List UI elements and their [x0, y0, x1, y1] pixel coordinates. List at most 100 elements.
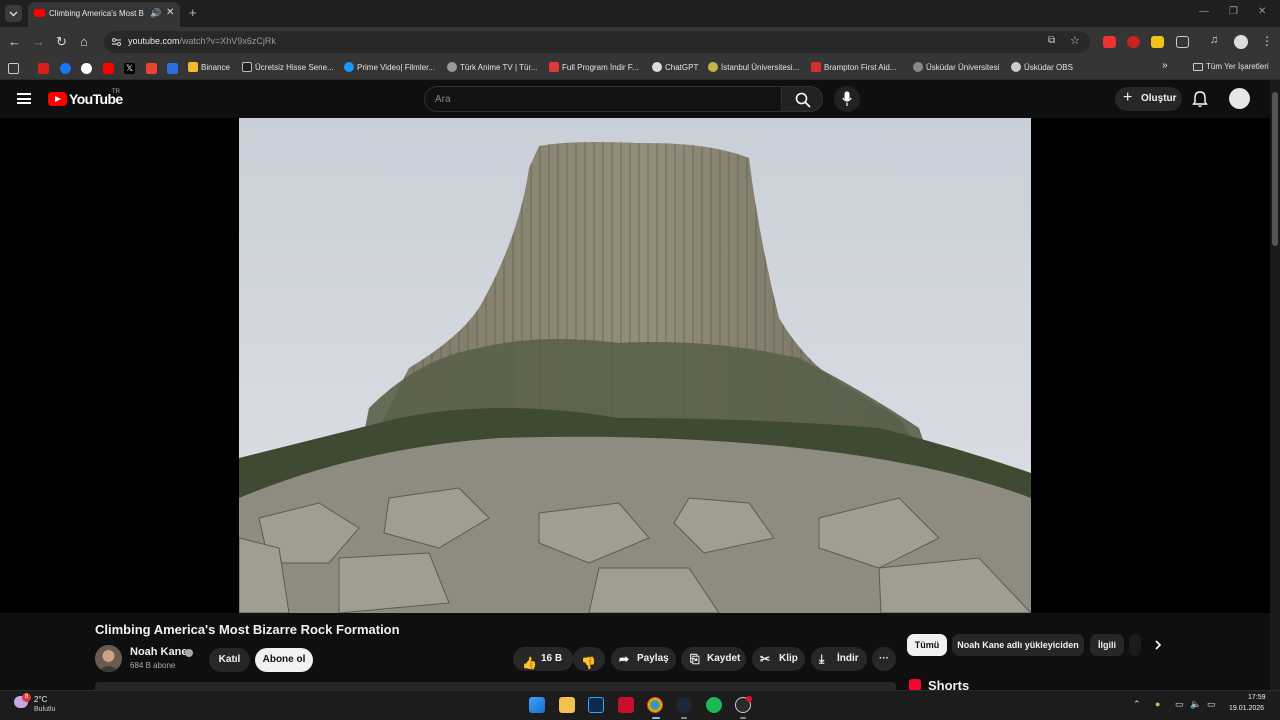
more-actions-button[interactable]: ···: [872, 647, 896, 671]
subscribe-button[interactable]: Abone ol: [255, 648, 313, 672]
spotify-icon[interactable]: [706, 697, 722, 713]
facebook-icon[interactable]: [60, 63, 71, 74]
all-bookmarks-button[interactable]: Tüm Yer İşaretleri: [1193, 62, 1269, 71]
scrollbar-thumb[interactable]: [1272, 92, 1278, 246]
reload-icon[interactable]: ↻: [56, 34, 67, 50]
bookmark-istanbul-uni[interactable]: İstanbul Üniversitesi...: [708, 62, 799, 72]
bookmark-turk-anime[interactable]: Türk Anime TV | Tür...: [447, 62, 537, 72]
apps-grid-icon[interactable]: [8, 63, 19, 74]
x-icon[interactable]: 𝕏: [124, 63, 135, 74]
description-box[interactable]: [95, 682, 896, 690]
bookmark-binance[interactable]: Binance: [188, 62, 230, 72]
notifications-bell-icon[interactable]: [1192, 90, 1208, 108]
bookmark-uskudar-obs[interactable]: Üsküdar OBS: [1011, 62, 1073, 72]
window-close-icon[interactable]: ✕: [1258, 6, 1266, 17]
tab-title: Climbing America's Most B: [49, 9, 144, 18]
download-label: İndir: [837, 653, 859, 664]
channel-avatar[interactable]: [95, 645, 122, 672]
verified-check-icon: [185, 649, 193, 657]
bookmark-full-program[interactable]: Full Program İndir F...: [549, 62, 638, 72]
obs-icon: [1011, 62, 1021, 72]
minimize-icon[interactable]: —: [1199, 6, 1209, 17]
install-app-icon[interactable]: ⧉: [1048, 35, 1055, 46]
extension-w-icon[interactable]: [1151, 36, 1164, 48]
weather-condition[interactable]: Bulutlu: [34, 706, 55, 713]
bookmarks-overflow-button[interactable]: »: [1162, 60, 1168, 71]
search-button[interactable]: [781, 86, 823, 112]
media-control-icon[interactable]: ♫: [1210, 34, 1218, 46]
save-button[interactable]: ⎘ Kaydet: [681, 647, 746, 671]
bookmark-brampton[interactable]: Brampton First Aid...: [811, 62, 896, 72]
tab-search-button[interactable]: [5, 5, 22, 22]
channel-name[interactable]: Noah Kane: [130, 646, 187, 658]
bookmark-prime-video[interactable]: Prime Video| Filmler...: [344, 62, 435, 72]
youtube-logo-icon[interactable]: [48, 92, 67, 106]
microphone-tray-icon[interactable]: ●: [1155, 699, 1160, 709]
home-icon[interactable]: ⌂: [80, 34, 88, 49]
steam-running-indicator: [681, 717, 687, 719]
clock-date[interactable]: 19.01.2026: [1229, 705, 1264, 712]
address-bar[interactable]: youtube.com/watch?v=XhV9x6zCjRk ⧉ ☆: [104, 31, 1090, 53]
extension-tp-icon[interactable]: [1127, 36, 1140, 48]
bookmark-hisse[interactable]: Ücretsiz Hisse Sene...: [242, 62, 334, 72]
like-button[interactable]: 👍 16 B: [513, 647, 573, 671]
anime-icon: [447, 62, 457, 72]
bookmark-yt-icon: [242, 62, 252, 72]
windows-start-icon[interactable]: [529, 697, 545, 713]
google-icon[interactable]: [81, 63, 92, 74]
forward-icon[interactable]: →: [32, 34, 45, 49]
adblock-extension-icon[interactable]: [1103, 36, 1116, 48]
plus-icon: +: [1123, 89, 1133, 106]
tab-close-button[interactable]: ✕: [166, 7, 174, 18]
battery-icon[interactable]: ▭: [1207, 699, 1216, 710]
clip-button[interactable]: ✂ Klip: [752, 647, 805, 671]
kebab-menu-icon[interactable]: ⋮: [1261, 34, 1273, 48]
chevron-right-icon[interactable]: [1152, 639, 1164, 651]
join-button[interactable]: Katıl: [209, 648, 250, 672]
chip-next-partial[interactable]: [1129, 634, 1141, 656]
bookmark-icon-1[interactable]: [38, 63, 49, 74]
extensions-puzzle-icon[interactable]: [1176, 36, 1189, 48]
new-tab-button[interactable]: +: [189, 5, 197, 20]
photoshop-icon[interactable]: [588, 697, 604, 713]
first-aid-icon: [811, 62, 821, 72]
volume-icon[interactable]: 🔈: [1190, 699, 1201, 710]
star-icon[interactable]: ☆: [1070, 34, 1080, 47]
voice-search-button[interactable]: [834, 86, 860, 112]
temperature[interactable]: 2°C: [34, 695, 47, 704]
video-player[interactable]: [0, 118, 1270, 613]
scissors-icon: ✂: [760, 652, 771, 666]
chip-from-uploader[interactable]: Noah Kane adlı yükleyiciden: [952, 634, 1084, 656]
youtube-bookmark-icon[interactable]: [103, 63, 114, 74]
download-button[interactable]: ⤓ İndir: [811, 647, 867, 671]
tray-overflow-icon[interactable]: ⌃: [1133, 699, 1141, 710]
chrome-icon[interactable]: [647, 697, 663, 713]
browser-tab-active[interactable]: Climbing America's Most B 🔊 ✕: [28, 2, 180, 27]
bookmark-uskudar-uni[interactable]: Üsküdar Üniversitesi: [913, 62, 999, 72]
network-icon[interactable]: ▭: [1175, 699, 1184, 710]
bookmark-chatgpt[interactable]: ChatGPT: [652, 62, 698, 72]
steam-icon[interactable]: [676, 697, 692, 713]
restore-icon[interactable]: ❐: [1229, 6, 1238, 17]
profile-icon[interactable]: [1234, 35, 1248, 49]
acrobat-icon[interactable]: [618, 697, 634, 713]
chip-all[interactable]: Tümü: [907, 634, 947, 656]
country-code: TR: [112, 89, 120, 95]
dislike-button[interactable]: 👎: [573, 647, 605, 671]
video-frame[interactable]: [239, 118, 1031, 613]
bookmark-icon-2[interactable]: [167, 63, 178, 74]
gmail-icon[interactable]: [146, 63, 157, 74]
clock-time[interactable]: 17:59: [1248, 694, 1266, 701]
file-explorer-icon[interactable]: [559, 697, 575, 713]
chip-related[interactable]: İlgili: [1090, 634, 1124, 656]
page-scrollbar[interactable]: [1270, 80, 1280, 690]
menu-icon[interactable]: [17, 93, 31, 104]
back-icon[interactable]: ←: [8, 34, 21, 49]
site-info-icon[interactable]: [111, 37, 122, 47]
create-button[interactable]: + Oluştur: [1115, 87, 1182, 111]
share-button[interactable]: ➦ Paylaş: [611, 647, 676, 671]
speaker-icon[interactable]: 🔊: [150, 8, 161, 19]
search-input[interactable]: Ara: [424, 86, 782, 112]
account-avatar[interactable]: [1229, 88, 1250, 109]
chrome-active-indicator: [652, 717, 660, 719]
